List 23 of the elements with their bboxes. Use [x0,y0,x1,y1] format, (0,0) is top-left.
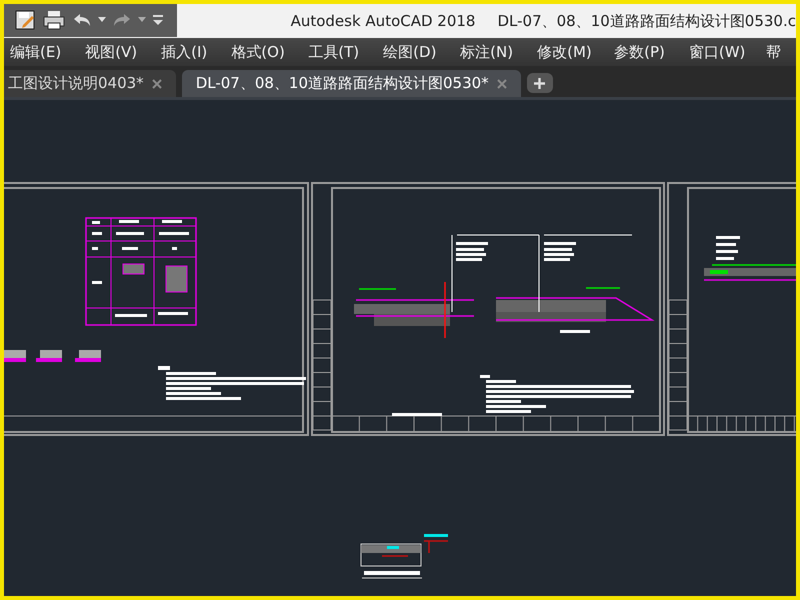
menu-item[interactable]: 编辑(E) [4,42,74,62]
menu-item[interactable]: 视图(V) [73,42,150,62]
save-icon[interactable] [14,9,36,31]
customize-icon[interactable] [152,14,164,26]
document-tab[interactable]: DL-07、08、10道路路面结构设计图0530* [182,70,521,97]
document-tab[interactable]: 工图设计说明0403* [4,70,176,97]
caret-icon[interactable] [98,17,106,23]
new-tab-button[interactable] [526,73,553,93]
menu-item[interactable]: 工具(T) [296,42,372,62]
menu-item[interactable]: 绘图(D) [371,42,448,62]
menu-item[interactable]: 格式(O) [219,42,296,62]
menu-item[interactable]: 窗口(W) [676,42,754,62]
print-icon[interactable] [42,9,66,31]
app-title: Autodesk AutoCAD 2018 [290,12,476,30]
menu-item[interactable]: 帮 [754,42,796,62]
document-title: DL-07、08、10道路路面结构设计图0530.c [497,12,796,30]
menu-item[interactable]: 参数(P) [602,42,677,62]
caret-icon[interactable] [138,17,146,23]
menu-item[interactable]: 修改(M) [525,42,602,62]
menu-item[interactable]: 标注(N) [448,42,526,62]
menu-item[interactable]: 插入(I) [149,42,220,62]
plus-icon[interactable] [534,78,546,88]
close-icon[interactable] [152,78,162,88]
